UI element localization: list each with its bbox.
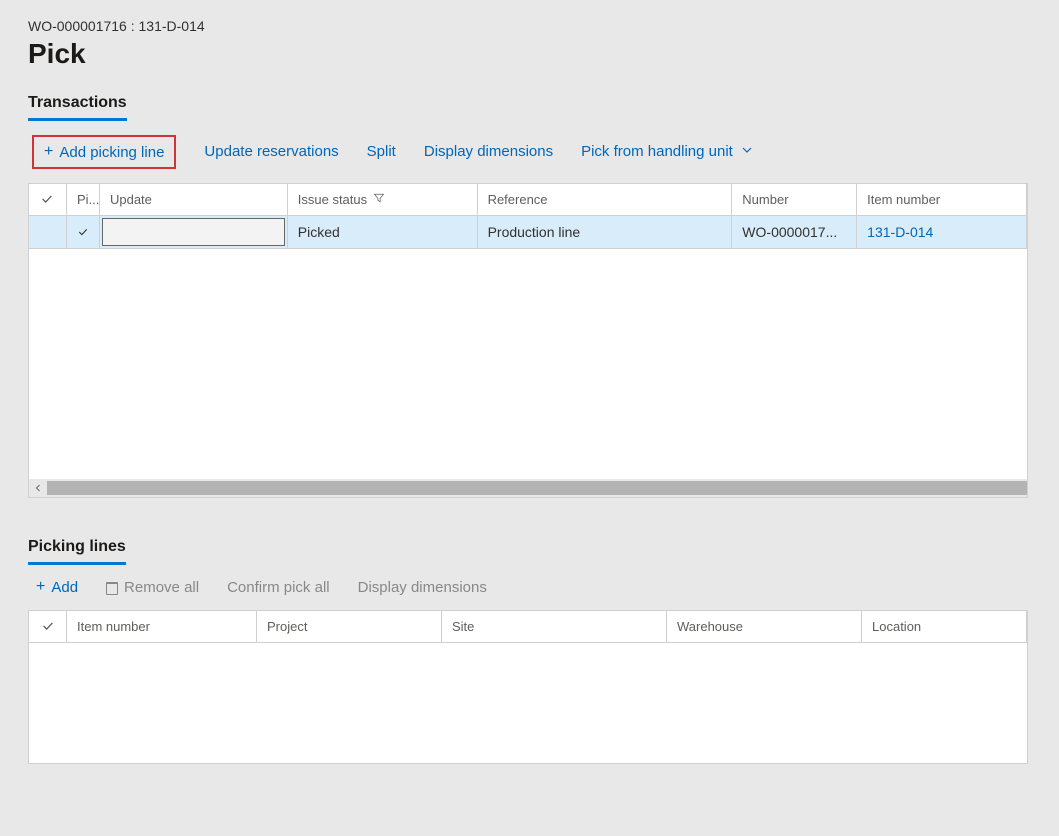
- remove-all-label: Remove all: [124, 579, 199, 596]
- breadcrumb: WO-000001716 : 131-D-014: [28, 18, 1059, 34]
- add-button[interactable]: + Add: [36, 579, 78, 596]
- plus-icon: +: [44, 144, 53, 160]
- chevron-down-icon: [741, 144, 753, 159]
- column-pi[interactable]: Pi...: [67, 184, 100, 215]
- add-label: Add: [51, 579, 78, 596]
- pick-from-handling-unit-label: Pick from handling unit: [581, 143, 733, 160]
- row-update-cell[interactable]: [100, 216, 288, 248]
- column-issue-status[interactable]: Issue status: [288, 184, 478, 215]
- add-picking-line-button[interactable]: + Add picking line: [44, 144, 164, 161]
- column-select-all[interactable]: [29, 184, 67, 215]
- add-picking-line-label: Add picking line: [59, 144, 164, 161]
- scrollbar-thumb[interactable]: [47, 481, 1027, 495]
- column-site[interactable]: Site: [442, 611, 667, 642]
- transactions-toolbar: + Add picking line Update reservations S…: [28, 121, 1059, 183]
- column-reference[interactable]: Reference: [478, 184, 733, 215]
- picking-lines-grid: Item number Project Site Warehouse Locat…: [28, 610, 1028, 764]
- display-dimensions-button[interactable]: Display dimensions: [424, 143, 553, 160]
- remove-all-button: Remove all: [106, 579, 199, 596]
- row-selector[interactable]: [29, 216, 67, 248]
- trash-icon: [106, 582, 118, 595]
- picking-lines-grid-body: [29, 643, 1027, 763]
- tab-transactions[interactable]: Transactions: [28, 94, 127, 121]
- page-title: Pick: [28, 38, 1059, 70]
- horizontal-scrollbar[interactable]: [29, 479, 1027, 497]
- row-number: WO-0000017...: [732, 216, 857, 248]
- row-issue-status: Picked: [288, 216, 478, 248]
- pick-from-handling-unit-button[interactable]: Pick from handling unit: [581, 143, 753, 160]
- column-select-all-2[interactable]: [29, 611, 67, 642]
- row-item-number-link[interactable]: 131-D-014: [857, 216, 1027, 248]
- picking-lines-grid-header: Item number Project Site Warehouse Locat…: [29, 611, 1027, 643]
- column-project[interactable]: Project: [257, 611, 442, 642]
- split-button[interactable]: Split: [367, 143, 396, 160]
- transactions-grid-body: [29, 249, 1027, 479]
- filter-icon[interactable]: [373, 192, 385, 207]
- plus-icon: +: [36, 579, 45, 595]
- column-update[interactable]: Update: [100, 184, 288, 215]
- highlight-add-picking-line: + Add picking line: [32, 135, 176, 169]
- column-number[interactable]: Number: [732, 184, 857, 215]
- scroll-left-icon[interactable]: [29, 479, 47, 497]
- column-location[interactable]: Location: [862, 611, 1027, 642]
- column-item-number-2[interactable]: Item number: [67, 611, 257, 642]
- update-input[interactable]: [102, 218, 285, 246]
- picking-lines-toolbar: + Add Remove all Confirm pick all Displa…: [28, 565, 1059, 610]
- confirm-pick-all-button: Confirm pick all: [227, 579, 330, 596]
- column-item-number[interactable]: Item number: [857, 184, 1027, 215]
- transactions-grid: Pi... Update Issue status Reference Numb…: [28, 183, 1028, 498]
- row-checked-icon[interactable]: [67, 216, 100, 248]
- row-reference: Production line: [478, 216, 733, 248]
- display-dimensions-button-2: Display dimensions: [358, 579, 487, 596]
- table-row[interactable]: Picked Production line WO-0000017... 131…: [29, 216, 1027, 249]
- column-warehouse[interactable]: Warehouse: [667, 611, 862, 642]
- tab-picking-lines[interactable]: Picking lines: [28, 538, 126, 565]
- transactions-grid-header: Pi... Update Issue status Reference Numb…: [29, 184, 1027, 216]
- update-reservations-button[interactable]: Update reservations: [204, 143, 338, 160]
- column-issue-status-label: Issue status: [298, 192, 367, 207]
